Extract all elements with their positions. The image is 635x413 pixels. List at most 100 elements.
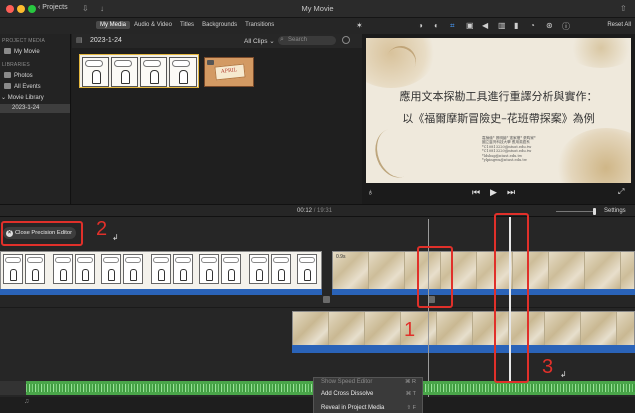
play-button[interactable]: ▶ bbox=[490, 187, 497, 198]
lower-clip-audio-bar bbox=[292, 345, 635, 353]
adjustment-toolbar: ✶ ◑ ◐ ⌗ ▣ ◀ ▥ ▮ ◔ ⊛ ⓘ Reset All bbox=[356, 18, 635, 34]
title-bar: ‹ Projects ⇩ ↓ My Movie ⇧ bbox=[0, 0, 635, 18]
zoom-slider-handle[interactable] bbox=[593, 208, 596, 215]
timeline-header: 00:12 / 19:31 Settings bbox=[0, 204, 635, 217]
incoming-slide-clip[interactable] bbox=[332, 251, 635, 289]
tab-titles[interactable]: Titles bbox=[176, 21, 198, 29]
annotation-box-2 bbox=[1, 221, 83, 246]
tab-backgrounds[interactable]: Backgrounds bbox=[198, 21, 241, 29]
slide-title-line1: 應用文本探勘工具進行重譯分析與實作： bbox=[399, 90, 598, 103]
annotation-return-mark: ↲ bbox=[560, 370, 567, 379]
browser-settings-icon[interactable] bbox=[342, 36, 350, 44]
timecode: 00:12 / 19:31 bbox=[297, 208, 332, 214]
event-title: 2023-1-24 bbox=[90, 37, 122, 44]
libraries-heading: LIBRARIES bbox=[2, 62, 30, 68]
annotation-return-mark: ↲ bbox=[112, 233, 119, 242]
tab-transitions[interactable]: Transitions bbox=[241, 21, 278, 29]
total-time: 19:31 bbox=[317, 208, 333, 214]
shortcut-label: ⇧ F bbox=[406, 405, 417, 411]
share-icon[interactable]: ⇧ bbox=[620, 4, 627, 13]
timeline: × Close Precision Editor 0.9s ♫ Show Spe… bbox=[0, 217, 635, 413]
playback-controls: ♁ ⏮ ▶ ⏭ ⤢ bbox=[362, 184, 635, 204]
context-menu: Show Speed Editor ⌘ R Add Cross Dissolve… bbox=[313, 377, 423, 413]
timeline-settings-button[interactable]: Settings bbox=[604, 208, 626, 214]
viewer-frame: 應用文本探勘工具進行重譯分析與實作： 以《福爾摩斯冒險史–花班帶探案》為例 嘉禎… bbox=[366, 38, 631, 183]
current-time: 00:12 bbox=[297, 208, 313, 214]
sidebar-toggle-icon[interactable]: ▤ bbox=[76, 36, 83, 44]
microphone-icon[interactable]: ♁ bbox=[367, 187, 374, 197]
event-browser: APRIL bbox=[72, 48, 362, 204]
comic-frame bbox=[140, 57, 167, 87]
color-correction-icon[interactable]: ◐ bbox=[434, 21, 439, 30]
media-tabs: My Media Audio & Video Titles Background… bbox=[96, 21, 278, 29]
color-balance-icon[interactable]: ◑ bbox=[418, 21, 423, 30]
lower-slide-clip[interactable] bbox=[292, 311, 635, 345]
camera-badge-icon bbox=[207, 60, 214, 65]
annotation-box-3 bbox=[494, 213, 529, 383]
search-placeholder: Search bbox=[288, 37, 308, 43]
volume-icon[interactable]: ◀ bbox=[482, 21, 488, 30]
info-icon[interactable]: ⓘ bbox=[562, 21, 570, 32]
comic-frame bbox=[169, 57, 197, 87]
project-media-heading: PROJECT MEDIA bbox=[2, 38, 46, 44]
viewer: 應用文本探勘工具進行重譯分析與實作： 以《福爾摩斯冒險史–花班帶探案》為例 嘉禎… bbox=[362, 34, 635, 204]
events-icon bbox=[4, 83, 11, 89]
library-sidebar: PROJECT MEDIA My Movie LIBRARIES Photos … bbox=[0, 34, 71, 204]
leaf-decoration bbox=[368, 122, 424, 183]
incoming-clip-audio-bar bbox=[332, 289, 635, 295]
window-title: My Movie bbox=[301, 4, 334, 13]
comic-frame bbox=[111, 57, 138, 87]
sidebar-item-movie-library[interactable]: ⌄ Movie Library bbox=[1, 94, 44, 101]
april-clip-thumbnail[interactable]: APRIL bbox=[204, 57, 254, 87]
tab-my-media[interactable]: My Media bbox=[96, 21, 131, 29]
precision-upper-track: 0.9s bbox=[0, 251, 635, 295]
speed-icon[interactable]: ◔ bbox=[530, 21, 535, 30]
outgoing-comic-clip[interactable] bbox=[0, 251, 322, 289]
fullscreen-icon[interactable]: ⤢ bbox=[618, 187, 624, 197]
clip-duration-label: 0.9s bbox=[336, 254, 346, 260]
comic-clip-thumbnail[interactable] bbox=[79, 54, 199, 88]
clip-filter-dropdown[interactable]: All Clips ⌄ bbox=[244, 37, 275, 45]
menu-item-reveal-in-project-media[interactable]: Reveal in Project Media bbox=[321, 405, 384, 411]
shortcut-label: ⌘ T bbox=[405, 391, 416, 397]
annotation-number-2: 2 bbox=[96, 218, 108, 240]
tab-audio-video[interactable]: Audio & Video bbox=[130, 21, 176, 29]
audio-track-icon: ♫ bbox=[24, 398, 30, 405]
sidebar-item-all-events[interactable]: All Events bbox=[4, 83, 41, 90]
sidebar-item-label: My Movie bbox=[14, 49, 40, 55]
comic-frame bbox=[82, 57, 109, 87]
sidebar-item-label: Photos bbox=[14, 73, 33, 79]
search-icon: ⌕ bbox=[280, 36, 284, 43]
outgoing-clip-audio-bar bbox=[0, 289, 322, 295]
film-icon bbox=[4, 48, 11, 54]
annotation-number-3: 3 bbox=[542, 356, 554, 378]
slide-title-line2: 以《福爾摩斯冒險史–花班帶探案》為例 bbox=[402, 112, 595, 125]
skip-back-icon[interactable]: ⏮ bbox=[472, 187, 480, 198]
event-browser-header: ▤ 2023-1-24 All Clips ⌄ ⌕ Search bbox=[72, 34, 362, 48]
sidebar-item-my-movie[interactable]: My Movie bbox=[4, 48, 40, 55]
search-input[interactable]: ⌕ Search bbox=[278, 36, 336, 45]
reset-all-button[interactable]: Reset All bbox=[607, 22, 631, 28]
menu-item-add-cross-dissolve[interactable]: Add Cross Dissolve bbox=[321, 391, 373, 397]
annotation-number-1: 1 bbox=[404, 319, 416, 341]
browser-toolbar: My Media Audio & Video Titles Background… bbox=[0, 18, 362, 34]
menu-item-show-speed-editor[interactable]: Show Speed Editor bbox=[321, 379, 372, 385]
sidebar-item-photos[interactable]: Photos bbox=[4, 72, 33, 79]
sidebar-item-label: All Events bbox=[14, 84, 41, 90]
zoom-slider-track[interactable] bbox=[556, 211, 596, 212]
precision-lower-track bbox=[292, 311, 635, 353]
stabilization-icon[interactable]: ▣ bbox=[466, 21, 474, 30]
filter-icon[interactable]: ⊛ bbox=[546, 21, 553, 30]
skip-forward-icon[interactable]: ⏭ bbox=[507, 187, 515, 198]
photos-icon bbox=[4, 72, 11, 78]
noise-reduction-icon[interactable]: ▥ bbox=[498, 21, 506, 30]
annotation-box-1 bbox=[417, 246, 453, 308]
equalizer-icon[interactable]: ▮ bbox=[514, 21, 518, 30]
crop-icon[interactable]: ⌗ bbox=[450, 21, 455, 31]
sidebar-item-label: Movie Library bbox=[7, 95, 44, 101]
magic-wand-icon[interactable]: ✶ bbox=[356, 21, 363, 30]
author-line: *ylpingwu@ntust.edu.tw bbox=[482, 158, 527, 163]
sidebar-item-event-date[interactable]: 2023-1-24 bbox=[12, 105, 39, 111]
transition-handle-left[interactable] bbox=[323, 296, 330, 303]
track-divider bbox=[0, 307, 635, 308]
